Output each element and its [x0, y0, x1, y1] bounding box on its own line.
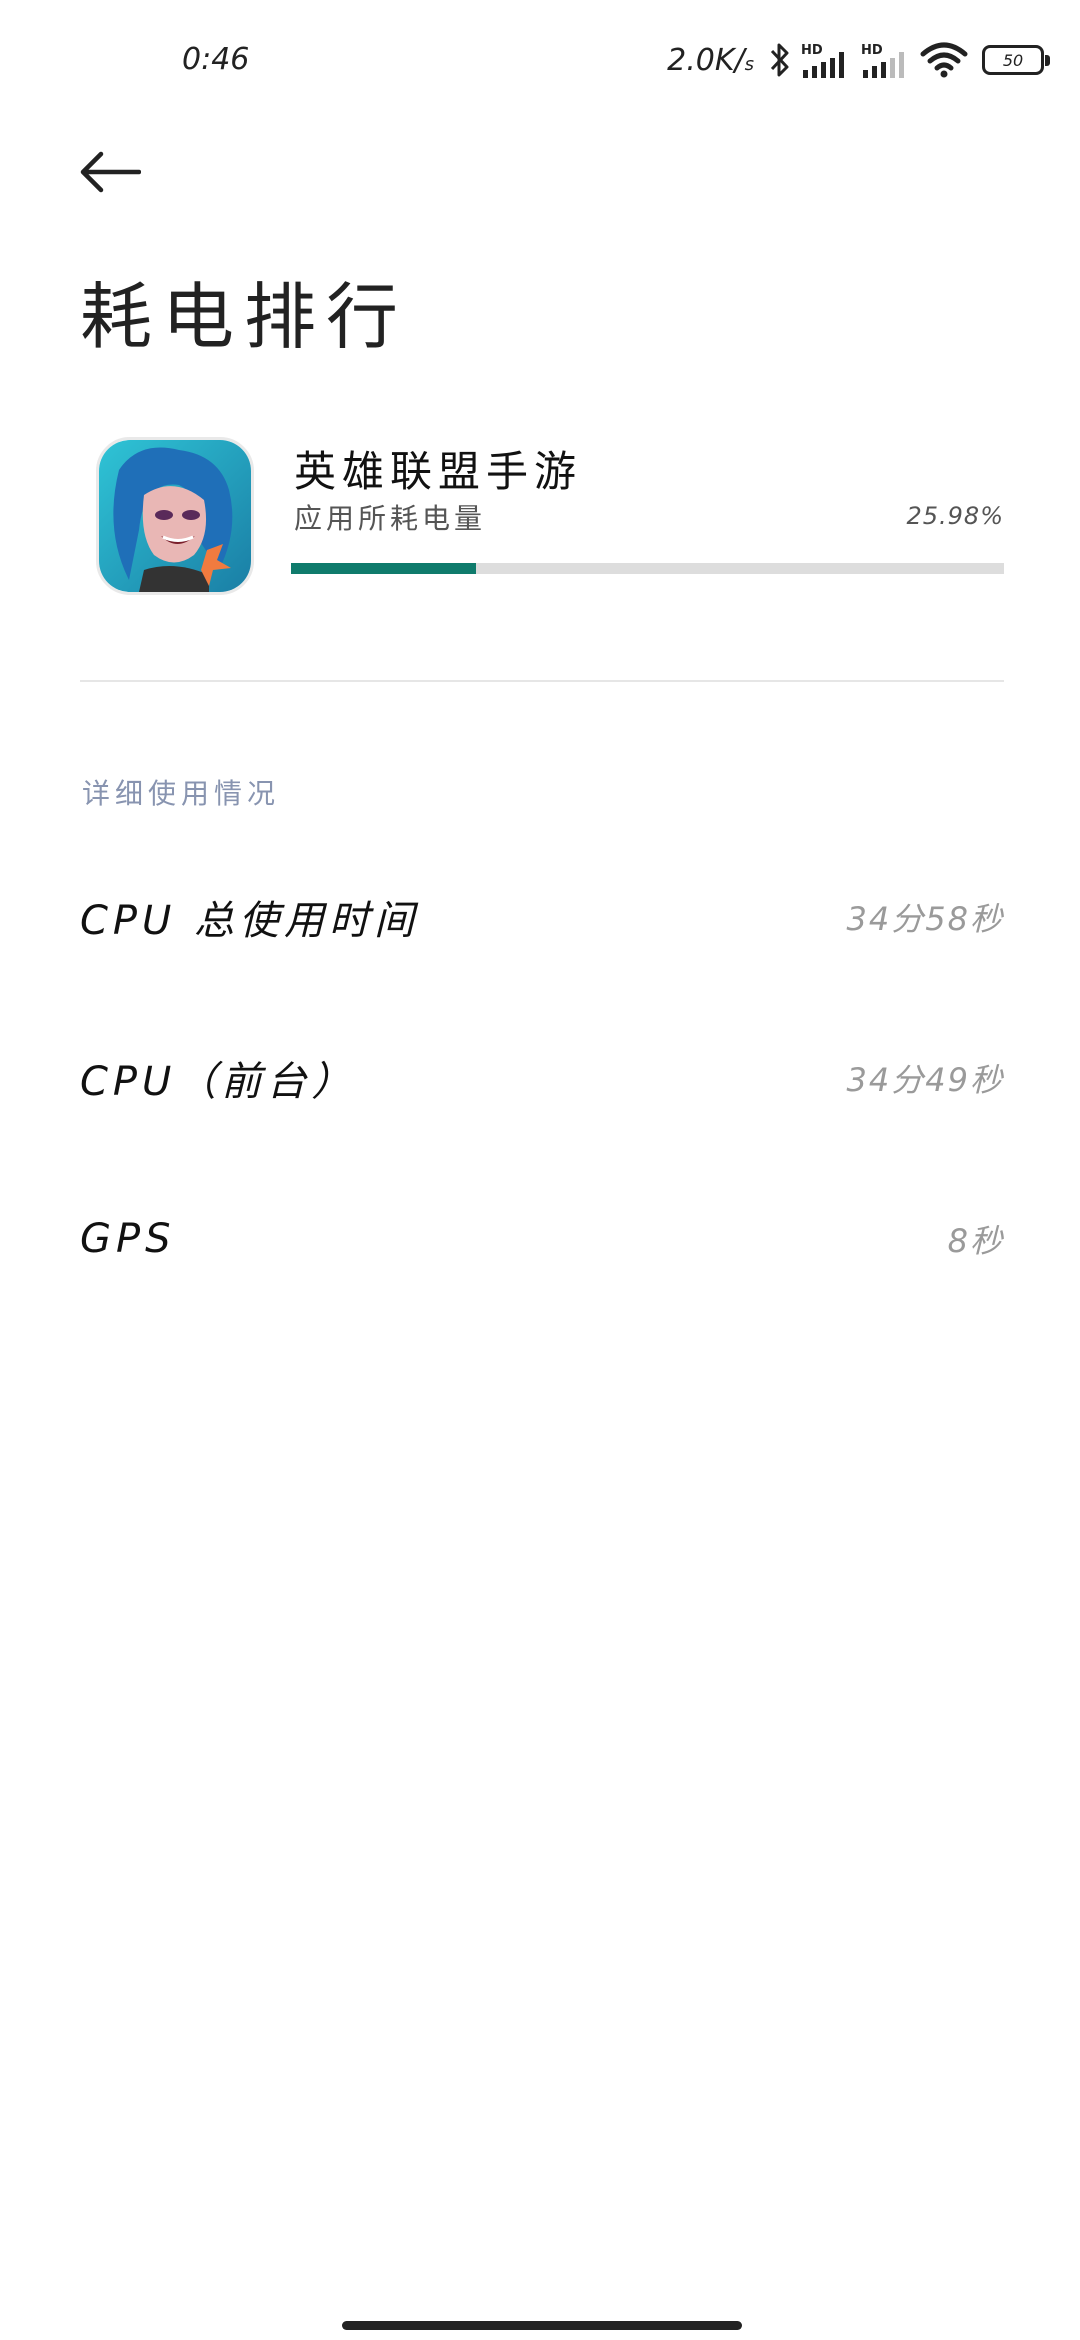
status-icons: 2.0K/s HD HD 50	[667, 40, 1050, 80]
detail-value: 34分58秒	[846, 900, 1004, 938]
battery-icon: 50	[982, 45, 1050, 75]
detail-label: GPS	[80, 1216, 176, 1262]
wifi-icon	[920, 41, 968, 79]
app-icon	[96, 437, 254, 595]
status-time: 0:46	[182, 42, 250, 77]
detail-row-gps: GPS 8秒	[80, 1199, 1004, 1279]
battery-usage-bar	[291, 563, 1004, 574]
detail-row-cpu-foreground: CPU（前台） 34分49秒	[80, 1038, 1004, 1118]
detail-label: CPU（前台）	[80, 1059, 357, 1105]
arrow-left-icon	[80, 151, 141, 193]
app-subtitle: 应用所耗电量	[294, 502, 487, 535]
bluetooth-icon	[768, 41, 792, 79]
app-name: 英雄联盟手游	[294, 447, 583, 496]
cell-signal-icon: HD	[860, 40, 912, 80]
detail-value: 8秒	[947, 1222, 1004, 1260]
network-speed: 2.0K/s	[667, 42, 754, 78]
detail-label: CPU 总使用时间	[80, 898, 420, 944]
svg-text:HD: HD	[801, 43, 823, 58]
battery-ranking-screen: 0:46 2.0K/s HD HD 50 耗电排行 英雄联盟手游 应用所耗电量 …	[0, 0, 1080, 2340]
status-bar: 0:46 2.0K/s HD HD 50	[0, 0, 1080, 120]
detail-row-cpu-total: CPU 总使用时间 34分58秒	[80, 877, 1004, 957]
detail-value: 34分49秒	[846, 1061, 1004, 1099]
home-indicator[interactable]	[342, 2321, 742, 2330]
page-title: 耗电排行	[80, 275, 409, 359]
section-label: 详细使用情况	[82, 777, 281, 810]
battery-usage-bar-fill	[291, 563, 477, 574]
app-battery-percent: 25.98%	[906, 502, 1004, 530]
back-button[interactable]	[78, 140, 142, 204]
svg-text:HD: HD	[861, 43, 883, 58]
battery-level: 50	[1002, 50, 1024, 70]
cell-signal-icon: HD	[800, 40, 852, 80]
divider	[80, 680, 1004, 682]
